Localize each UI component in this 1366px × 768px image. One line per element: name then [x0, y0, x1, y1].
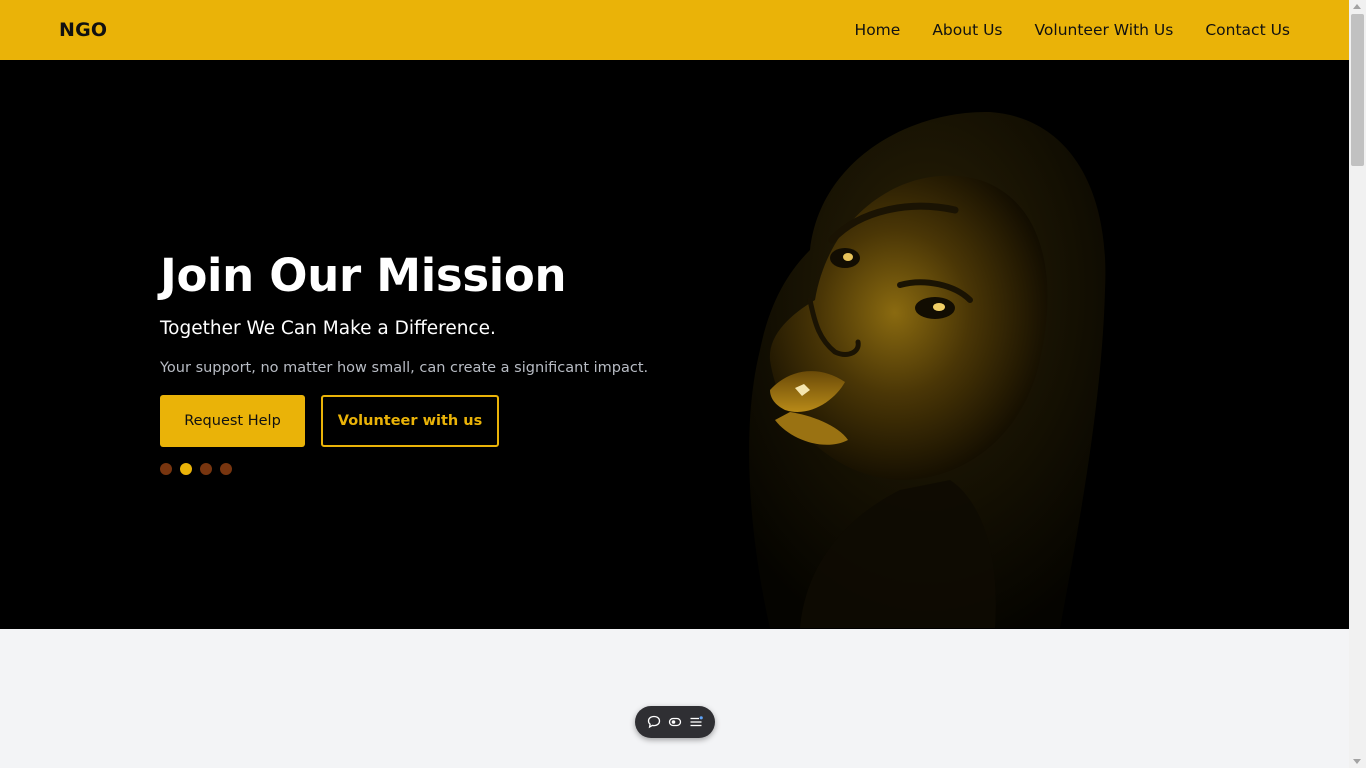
- chat-button[interactable]: [645, 713, 663, 731]
- carousel-dot-2[interactable]: [180, 463, 192, 475]
- hero-portrait-image: [740, 100, 1120, 629]
- nav-links: Home About Us Volunteer With Us Contact …: [823, 21, 1290, 39]
- scroll-down-arrow-icon[interactable]: [1353, 759, 1361, 764]
- request-help-button[interactable]: Request Help: [160, 395, 305, 447]
- eye-toggle-icon: [668, 717, 682, 727]
- scrollbar-thumb[interactable]: [1351, 14, 1364, 166]
- menu-lines-icon: [690, 716, 704, 727]
- carousel-dot-3[interactable]: [200, 463, 212, 475]
- hero-buttons: Request Help Volunteer with us: [160, 395, 720, 447]
- vertical-scrollbar[interactable]: [1349, 0, 1366, 768]
- carousel-dots: [160, 463, 720, 475]
- nav-link-volunteer[interactable]: Volunteer With Us: [1035, 21, 1174, 39]
- volunteer-button[interactable]: Volunteer with us: [321, 395, 499, 447]
- hero-description: Your support, no matter how small, can c…: [160, 360, 649, 376]
- brand-logo[interactable]: NGO: [59, 19, 107, 41]
- scroll-up-arrow-icon[interactable]: [1353, 4, 1361, 9]
- browser-viewport: NGO Home About Us Volunteer With Us Cont…: [0, 0, 1349, 768]
- nav-link-contact-us[interactable]: Contact Us: [1205, 21, 1290, 39]
- hero-content: Join Our Mission Together We Can Make a …: [160, 248, 720, 475]
- nav-link-home[interactable]: Home: [855, 21, 901, 39]
- hero-subtitle: Together We Can Make a Difference.: [160, 318, 496, 339]
- visibility-toggle-button[interactable]: [666, 713, 684, 731]
- chat-bubble-icon: [647, 715, 660, 729]
- floating-toolbar: [635, 706, 715, 738]
- portrait-illustration: [749, 111, 1106, 628]
- hero-section: Join Our Mission Together We Can Make a …: [0, 60, 1349, 629]
- nav-link-about-us[interactable]: About Us: [932, 21, 1002, 39]
- carousel-dot-4[interactable]: [220, 463, 232, 475]
- carousel-dot-1[interactable]: [160, 463, 172, 475]
- menu-button[interactable]: [687, 713, 705, 731]
- top-navbar: NGO Home About Us Volunteer With Us Cont…: [0, 0, 1349, 60]
- hero-title: Join Our Mission: [160, 249, 567, 302]
